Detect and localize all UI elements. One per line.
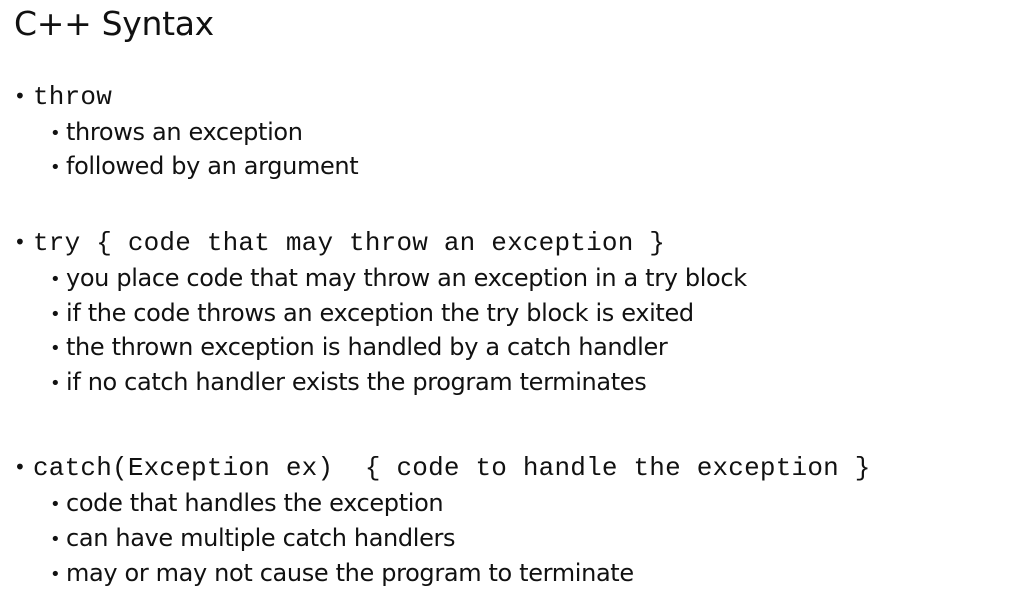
list-item-text: code that handles the exception	[66, 489, 444, 517]
list-item: • if the code throws an exception the try…	[50, 298, 694, 328]
bullet-icon: •	[50, 304, 61, 325]
list-item-text: throws an exception	[66, 118, 303, 146]
list-item: • the thrown exception is handled by a ca…	[50, 332, 668, 362]
list-item-text: if no catch handler exists the program t…	[66, 368, 647, 396]
bullet-icon: •	[50, 529, 61, 550]
list-item: • if no catch handler exists the program …	[50, 367, 647, 397]
bullet-icon: •	[14, 230, 26, 254]
slide: C++ Syntax • throw • throws an exception …	[0, 0, 1036, 597]
list-item: • may or may not cause the program to ter…	[50, 558, 634, 588]
list-item: • followed by an argument	[50, 151, 359, 181]
list-item-text: followed by an argument	[66, 152, 359, 180]
bullet-icon: •	[50, 123, 61, 144]
list-item: • can have multiple catch handlers	[50, 523, 456, 553]
bullet-icon: •	[14, 455, 26, 479]
list-item-text: you place code that may throw an excepti…	[66, 264, 747, 292]
list-item: • code that handles the exception	[50, 488, 444, 518]
code-syntax-try: try { code that may throw an exception }	[33, 228, 666, 258]
slide-title: C++ Syntax	[14, 4, 214, 43]
bullet-icon: •	[50, 338, 61, 359]
bullet-icon: •	[50, 564, 61, 585]
code-syntax-catch: catch(Exception ex) { code to handle the…	[33, 453, 871, 483]
code-syntax-throw: throw	[33, 82, 113, 112]
list-item-text: can have multiple catch handlers	[66, 524, 456, 552]
bullet-icon: •	[50, 157, 61, 178]
bullet-icon: •	[14, 84, 26, 108]
bullet-icon: •	[50, 269, 61, 290]
list-item-text: may or may not cause the program to term…	[66, 559, 634, 587]
list-item: • throws an exception	[50, 117, 303, 147]
bullet-icon: •	[50, 494, 61, 515]
list-item-text: the thrown exception is handled by a cat…	[66, 333, 668, 361]
bullet-icon: •	[50, 373, 61, 394]
list-item: • you place code that may throw an except…	[50, 263, 747, 293]
list-item-text: if the code throws an exception the try …	[66, 299, 694, 327]
